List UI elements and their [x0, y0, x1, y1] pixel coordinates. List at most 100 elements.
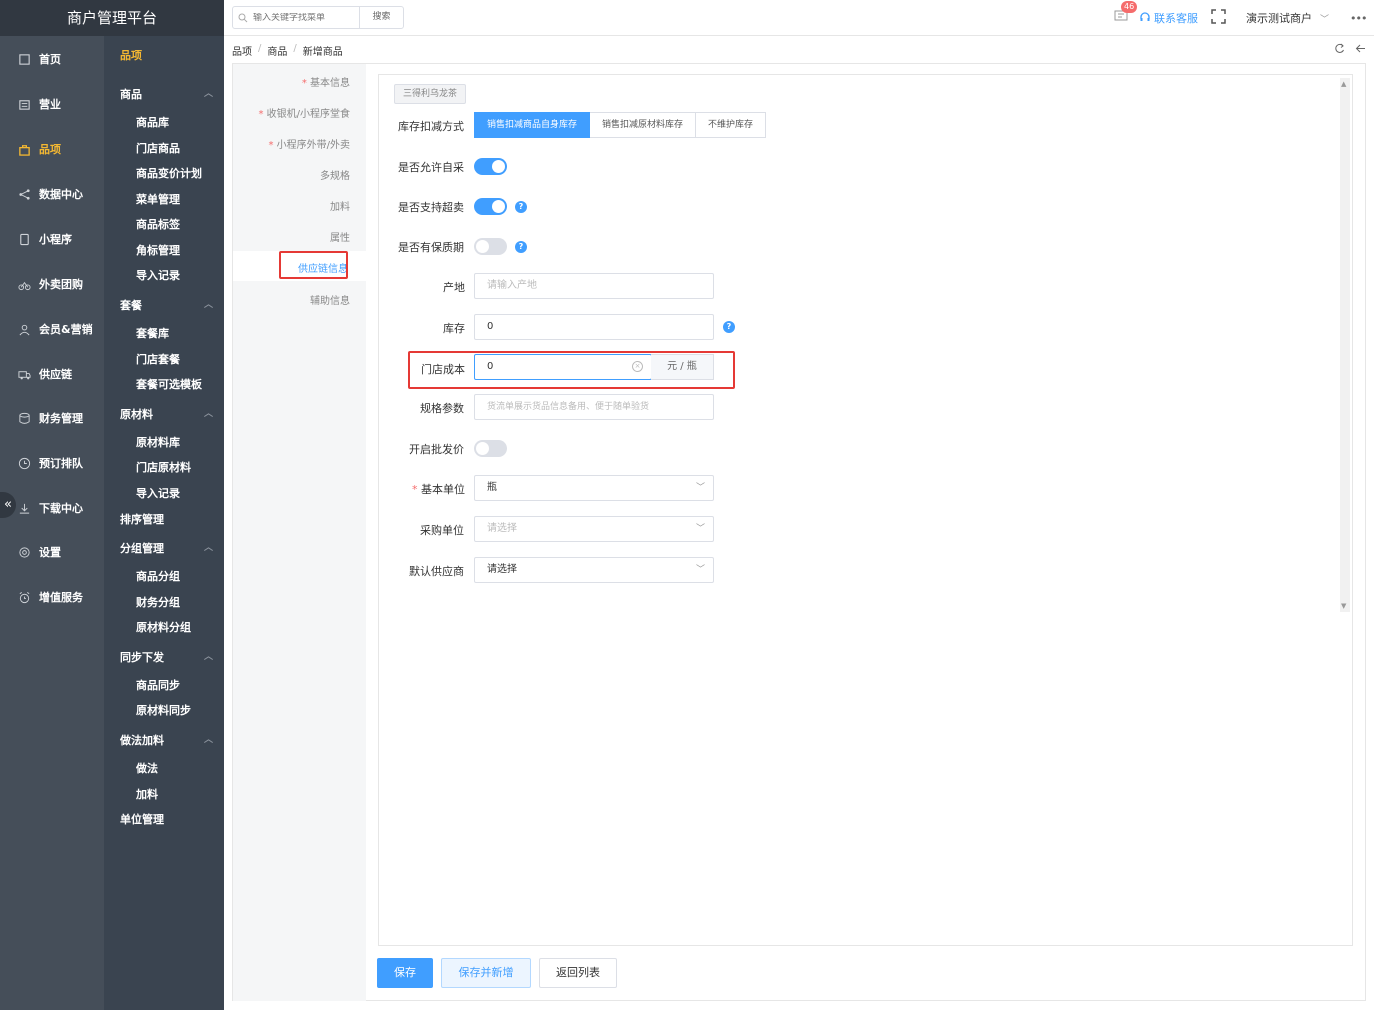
menu-store-materials[interactable]: 门店原材料 [136, 459, 191, 475]
menu-store-products[interactable]: 门店商品 [136, 140, 180, 156]
anchor-toppings[interactable]: 加料 [330, 198, 350, 213]
back-to-list-button[interactable]: 返回列表 [539, 958, 617, 988]
select-value: 瓶 [487, 482, 497, 493]
base-unit-label: * 基本单位 [412, 481, 465, 497]
nav-items[interactable]: 品项 [0, 139, 104, 159]
group-units[interactable]: 单位管理 [120, 811, 164, 827]
nav-member-marketing[interactable]: 会员&营销 [0, 319, 104, 339]
nav-business[interactable]: 营业 [0, 94, 104, 114]
merchant-dropdown[interactable]: 演示测试商户 ﹀ [1246, 0, 1329, 36]
stock-mode-option-self[interactable]: 销售扣减商品自身库存 [474, 112, 591, 138]
nav-label: 品项 [39, 143, 61, 156]
fullscreen-button[interactable] [1211, 0, 1226, 36]
purchase-unit-select[interactable]: 请选择 ﹀ [474, 516, 714, 542]
oversell-toggle[interactable] [474, 198, 507, 215]
refresh-icon[interactable] [1334, 43, 1345, 57]
menu-price-plan[interactable]: 商品变价计划 [136, 165, 202, 181]
anchor-takeaway[interactable]: * 小程序外带/外卖 [268, 136, 350, 151]
shelf-life-toggle[interactable] [474, 238, 507, 255]
spec-params-input[interactable]: 货流单展示货品信息备用、便于随单验货 [474, 394, 714, 420]
nav-delivery[interactable]: 外卖团购 [0, 274, 104, 294]
menu-product-library[interactable]: 商品库 [136, 114, 169, 130]
help-icon[interactable]: ? [515, 241, 527, 253]
stock-mode-option-material[interactable]: 销售扣减原材料库存 [590, 112, 697, 138]
group-combos[interactable]: 套餐 ︿ [120, 297, 213, 313]
search-input[interactable] [253, 12, 353, 23]
stock-input[interactable]: 0 [474, 314, 714, 340]
alarm-icon [18, 591, 31, 604]
required-mark: * [301, 78, 310, 89]
origin-input[interactable]: 请输入产地 [474, 273, 714, 299]
group-sorting[interactable]: 排序管理 [120, 511, 164, 527]
nav-label: 供应链 [39, 368, 72, 381]
help-icon[interactable]: ? [515, 201, 527, 213]
menu-menu-management[interactable]: 菜单管理 [136, 191, 180, 207]
nav-finance[interactable]: 财务管理 [0, 408, 104, 428]
stock-mode-option-none[interactable]: 不维护库存 [696, 112, 767, 138]
more-menu-button[interactable]: ••• [1350, 0, 1367, 36]
help-icon[interactable]: ? [723, 321, 735, 333]
search-button[interactable]: 搜索 [359, 7, 403, 28]
required-mark: * [258, 109, 267, 120]
menu-import-records[interactable]: 导入记录 [136, 267, 180, 283]
supplier-select[interactable]: 请选择 ﹀ [474, 557, 714, 583]
menu-product-tags[interactable]: 商品标签 [136, 216, 180, 232]
anchor-dine-in[interactable]: * 收银机/小程序堂食 [258, 105, 350, 120]
back-arrow-icon[interactable] [1355, 43, 1366, 57]
bike-icon [18, 278, 31, 291]
menu-methods[interactable]: 做法 [136, 760, 158, 776]
group-materials[interactable]: 原材料 ︿ [120, 406, 213, 422]
menu-combo-templates[interactable]: 套餐可选模板 [136, 376, 202, 392]
nav-home[interactable]: 首页 [0, 49, 104, 69]
menu-material-sync[interactable]: 原材料同步 [136, 702, 191, 718]
group-methods[interactable]: 做法加料 ︿ [120, 732, 213, 748]
toggle-knob [476, 240, 489, 253]
menu-product-groups[interactable]: 商品分组 [136, 568, 180, 584]
menu-corner-marks[interactable]: 角标管理 [136, 242, 180, 258]
shelf-life-label: 是否有保质期 [398, 241, 464, 254]
nav-value-added[interactable]: 增值服务 [0, 587, 104, 607]
self-purchase-toggle[interactable] [474, 158, 507, 175]
nav-label: 数据中心 [39, 188, 83, 201]
database-icon [18, 412, 31, 425]
menu-finance-groups[interactable]: 财务分组 [136, 594, 180, 610]
menu-store-combos[interactable]: 门店套餐 [136, 351, 180, 367]
wholesale-toggle[interactable] [474, 440, 507, 457]
menu-product-sync[interactable]: 商品同步 [136, 677, 180, 693]
base-unit-select[interactable]: 瓶 ﹀ [474, 475, 714, 501]
anchor-attributes[interactable]: 属性 [330, 229, 350, 244]
save-and-new-button[interactable]: 保存并新增 [441, 958, 531, 988]
save-button[interactable]: 保存 [377, 958, 433, 988]
group-products[interactable]: 商品 ︿ [120, 86, 213, 102]
nav-mini-program[interactable]: 小程序 [0, 229, 104, 249]
purchase-unit-label: 采购单位 [420, 524, 464, 537]
nav-settings[interactable]: 设置 [0, 542, 104, 562]
menu-material-library[interactable]: 原材料库 [136, 434, 180, 450]
menu-material-groups[interactable]: 原材料分组 [136, 619, 191, 635]
stock-mode-label: 库存扣减方式 [398, 120, 464, 133]
nav-data-center[interactable]: 数据中心 [0, 184, 104, 204]
anchor-multi-spec[interactable]: 多规格 [320, 167, 350, 182]
nav-label: 小程序 [39, 233, 72, 246]
home-icon [18, 53, 31, 66]
scroll-down-icon[interactable]: ▼ [1341, 602, 1346, 610]
breadcrumb-item[interactable]: 商品 [267, 43, 287, 58]
vertical-scrollbar[interactable]: ▲ ▼ [1340, 78, 1350, 612]
store-cost-input[interactable]: 0 [474, 354, 652, 380]
group-sync[interactable]: 同步下发 ︿ [120, 649, 213, 665]
breadcrumb-item[interactable]: 品项 [232, 43, 252, 58]
anchor-aux-info[interactable]: 辅助信息 [310, 292, 350, 307]
anchor-basic-info[interactable]: * 基本信息 [302, 74, 350, 89]
spec-params-label: 规格参数 [420, 402, 464, 415]
nav-supply-chain[interactable]: 供应链 [0, 364, 104, 384]
menu-material-import[interactable]: 导入记录 [136, 485, 180, 501]
chevron-up-icon: ︿ [204, 300, 214, 310]
contact-support-link[interactable]: 联系客服 [1139, 0, 1198, 36]
menu-toppings[interactable]: 加料 [136, 786, 158, 802]
menu-combo-library[interactable]: 套餐库 [136, 325, 169, 341]
label-text: 基本单位 [421, 483, 465, 496]
clear-icon[interactable]: × [632, 361, 643, 372]
scroll-up-icon[interactable]: ▲ [1341, 80, 1346, 88]
nav-reservation[interactable]: 预订排队 [0, 453, 104, 473]
group-grouping[interactable]: 分组管理 ︿ [120, 540, 213, 556]
